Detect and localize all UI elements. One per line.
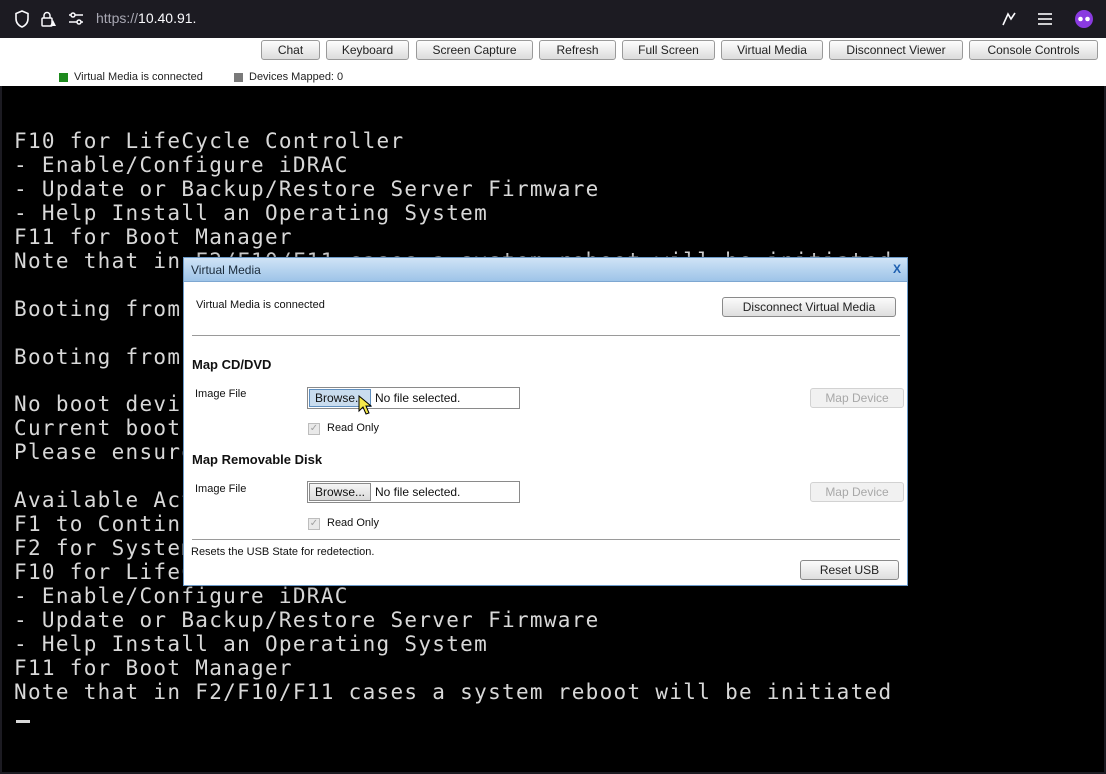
cd-file-input[interactable]: Browse... No file selected. xyxy=(307,387,520,409)
console-line: F11 for Boot Manager xyxy=(14,656,293,680)
disk-map-device-button[interactable]: Map Device xyxy=(810,482,904,502)
console-line: Booting from xyxy=(14,297,182,321)
text-cursor xyxy=(16,720,30,723)
console-controls-button[interactable]: Console Controls xyxy=(969,40,1098,60)
console-line: Available Act xyxy=(14,488,196,512)
virtual-media-status: Virtual Media is connected xyxy=(59,71,203,83)
viewer-toolbar: Chat Keyboard Screen Capture Refresh Ful… xyxy=(0,38,1106,86)
reset-usb-button[interactable]: Reset USB xyxy=(800,560,899,580)
disconnect-viewer-button[interactable]: Disconnect Viewer xyxy=(829,40,963,60)
divider xyxy=(192,539,900,540)
disk-file-input[interactable]: Browse... No file selected. xyxy=(307,481,520,503)
disk-browse-button[interactable]: Browse... xyxy=(309,483,371,501)
private-browsing-icon[interactable] xyxy=(1074,9,1094,29)
connected-indicator-icon xyxy=(59,72,68,82)
console-line: Current boot xyxy=(14,416,182,440)
virtual-media-button[interactable]: Virtual Media xyxy=(721,40,823,60)
console-line: - Help Install an Operating System xyxy=(14,201,489,225)
console-line: F2 for System xyxy=(14,536,196,560)
devices-mapped-status: Devices Mapped: 0 xyxy=(234,71,343,83)
cd-file-name: No file selected. xyxy=(375,391,461,405)
full-screen-button[interactable]: Full Screen xyxy=(622,40,715,60)
url-bar[interactable]: https://10.40.91. xyxy=(96,10,196,26)
console-line: F10 for LifeC xyxy=(14,560,196,584)
extension-icon[interactable] xyxy=(999,9,1019,29)
reset-usb-description: Resets the USB State for redetection. xyxy=(191,546,375,558)
disconnect-virtual-media-button[interactable]: Disconnect Virtual Media xyxy=(722,297,896,317)
virtual-media-status-text: Virtual Media is connected xyxy=(74,71,203,83)
console-line: - Enable/Configure iDRAC xyxy=(14,584,349,608)
disk-file-name: No file selected. xyxy=(375,485,461,499)
disk-read-only-label: Read Only xyxy=(327,517,379,529)
url-scheme: https:// xyxy=(96,10,139,26)
console-line: F11 for Boot Manager xyxy=(14,225,293,249)
virtual-media-dialog: Virtual Media X Virtual Media is connect… xyxy=(183,257,908,586)
screen-capture-button[interactable]: Screen Capture xyxy=(416,40,533,60)
permissions-icon[interactable] xyxy=(66,9,86,29)
cd-read-only-checkbox[interactable]: ✓ xyxy=(308,423,320,435)
divider xyxy=(192,335,900,336)
devices-indicator-icon xyxy=(234,72,243,82)
browser-bar: https://10.40.91. xyxy=(0,0,1106,38)
console-line: F1 to Continu xyxy=(14,512,196,536)
mouse-pointer-icon xyxy=(358,395,372,415)
dialog-connected-text: Virtual Media is connected xyxy=(196,299,325,311)
url-host: 10.40.91. xyxy=(138,10,197,26)
close-icon[interactable]: X xyxy=(893,262,901,276)
disk-image-file-label: Image File xyxy=(195,483,247,495)
refresh-button[interactable]: Refresh xyxy=(539,40,616,60)
console-line: - Update or Backup/Restore Server Firmwa… xyxy=(14,608,600,632)
map-removable-disk-heading: Map Removable Disk xyxy=(192,452,323,467)
devices-mapped-text: Devices Mapped: 0 xyxy=(249,71,344,83)
disk-read-only-checkbox[interactable]: ✓ xyxy=(308,518,320,530)
console-line: Booting from xyxy=(14,345,182,369)
menu-icon[interactable] xyxy=(1035,9,1055,29)
cd-image-file-label: Image File xyxy=(195,388,247,400)
dialog-title-bar[interactable]: Virtual Media X xyxy=(184,258,907,282)
console-line: - Update or Backup/Restore Server Firmwa… xyxy=(14,177,600,201)
lock-warning-icon[interactable] xyxy=(38,9,58,29)
console-line: Note that in F2/F10/F11 cases a system r… xyxy=(14,680,893,704)
console-line: Please ensure xyxy=(14,440,196,464)
cd-map-device-button[interactable]: Map Device xyxy=(810,388,904,408)
console-line: F10 for LifeCycle Controller xyxy=(14,129,405,153)
console-line: No boot devic xyxy=(14,392,196,416)
console-line: - Help Install an Operating System xyxy=(14,632,489,656)
dialog-title: Virtual Media xyxy=(191,263,261,277)
map-cd-dvd-heading: Map CD/DVD xyxy=(192,357,272,372)
shield-icon[interactable] xyxy=(12,9,32,29)
cd-read-only-label: Read Only xyxy=(327,422,379,434)
keyboard-button[interactable]: Keyboard xyxy=(326,40,409,60)
console-line: - Enable/Configure iDRAC xyxy=(14,153,349,177)
chat-button[interactable]: Chat xyxy=(261,40,320,60)
